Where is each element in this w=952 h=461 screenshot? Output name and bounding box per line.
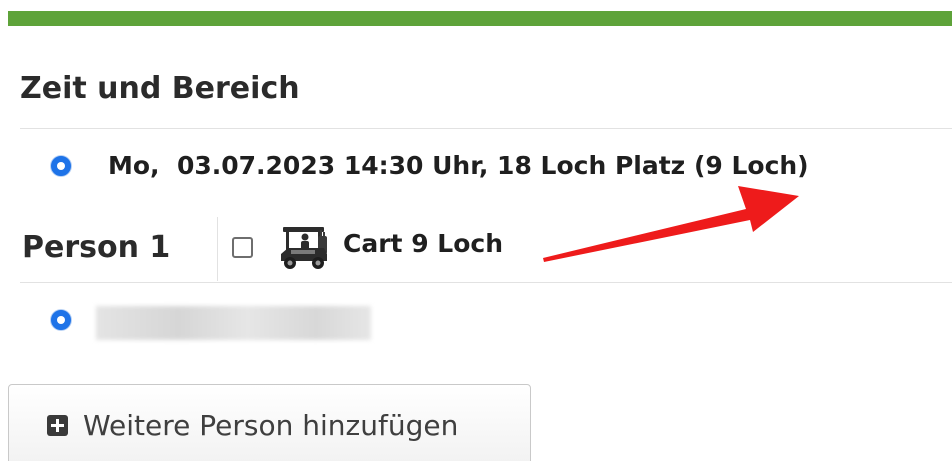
cart-label: Cart 9 Loch [343, 229, 504, 258]
person-row-divider [20, 282, 952, 283]
slot-label: Mo, 03.07.2023 14:30 Uhr, 18 Loch Platz … [108, 151, 809, 180]
cart-checkbox[interactable] [232, 237, 253, 258]
add-person-button[interactable]: Weitere Person hinzufügen [8, 384, 531, 461]
person-label: Person 1 [22, 230, 171, 265]
booking-page: Zeit und Bereich Mo, 03.07.2023 14:30 Uh… [0, 0, 952, 461]
player-name-redacted [96, 306, 371, 340]
section-title: Zeit und Bereich [20, 71, 300, 106]
plus-square-icon [47, 415, 68, 436]
person-divider [217, 217, 218, 281]
golf-cart-icon [281, 227, 327, 269]
add-person-label: Weitere Person hinzufügen [83, 409, 459, 442]
section-divider [20, 128, 952, 129]
slot-radio[interactable] [51, 156, 71, 176]
annotation-arrow-shape [543, 186, 799, 262]
player-radio[interactable] [51, 310, 71, 330]
top-accent-bar [8, 11, 952, 26]
